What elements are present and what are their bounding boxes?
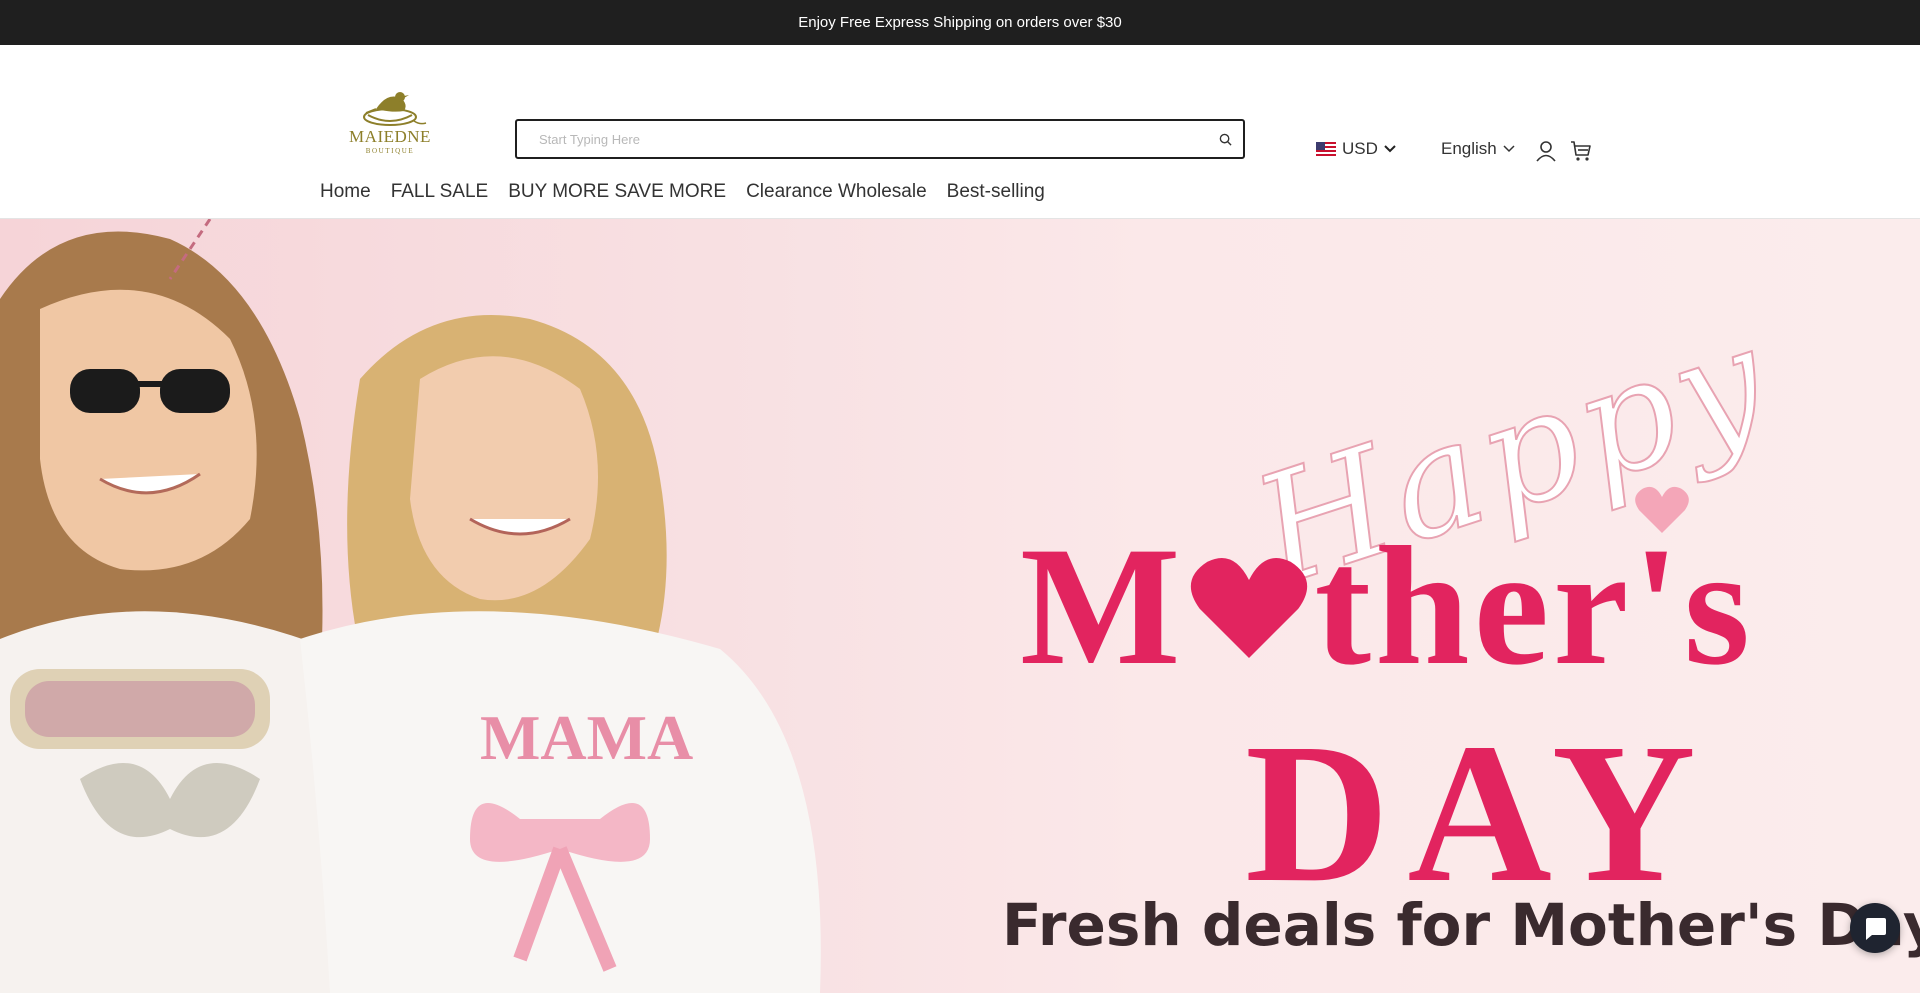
nav-item-fall-sale[interactable]: FALL SALE	[391, 181, 489, 203]
chevron-down-icon	[1503, 145, 1515, 153]
logo-wordmark: MAIEDNE	[349, 127, 431, 146]
language-selector[interactable]: English	[1441, 139, 1515, 159]
small-heart-icon	[1635, 486, 1689, 533]
nav-item-home[interactable]: Home	[320, 181, 371, 203]
us-flag-icon	[1316, 142, 1336, 156]
hero-models-image: MAMA	[0, 219, 821, 993]
announcement-text: Enjoy Free Express Shipping on orders ov…	[798, 14, 1122, 31]
site-header: MAIEDNE BOUTIQUE USD English	[0, 45, 1920, 162]
chat-bubble-icon	[1866, 918, 1886, 940]
hero-subheadline: Fresh deals for Mother's Day	[980, 891, 1920, 959]
search-box	[515, 119, 1245, 159]
search-button[interactable]	[1207, 121, 1243, 157]
currency-selector[interactable]: USD	[1316, 139, 1396, 159]
search-icon	[1219, 133, 1232, 146]
site-logo[interactable]: MAIEDNE BOUTIQUE	[342, 69, 438, 165]
heart-icon	[1191, 557, 1308, 658]
nav-item-best-selling[interactable]: Best-selling	[947, 181, 1045, 203]
chat-widget-button[interactable]	[1850, 903, 1900, 953]
shirt-print-text: MAMA	[480, 702, 693, 773]
logo-tagline: BOUTIQUE	[365, 147, 415, 155]
hero-headline-start: M	[1020, 512, 1185, 700]
search-input[interactable]	[517, 121, 1207, 157]
main-nav: Home FALL SALE BUY MORE SAVE MORE Cleara…	[0, 157, 1920, 219]
chevron-down-icon	[1384, 145, 1396, 153]
nav-item-clearance-wholesale[interactable]: Clearance Wholesale	[746, 181, 927, 203]
currency-label: USD	[1342, 139, 1378, 158]
hero-subheadline-text: Fresh deals for Mother's Day	[1002, 891, 1920, 959]
hero-headline-end: ther's	[1314, 512, 1754, 700]
hero-banner[interactable]: MAMA Happy M ther's DAY Fresh deals for …	[0, 219, 1920, 993]
language-label: English	[1441, 139, 1497, 158]
nav-item-buy-more-save-more[interactable]: BUY MORE SAVE MORE	[508, 181, 726, 203]
announcement-bar: Enjoy Free Express Shipping on orders ov…	[0, 0, 1920, 45]
bird-nest-icon	[363, 92, 427, 126]
